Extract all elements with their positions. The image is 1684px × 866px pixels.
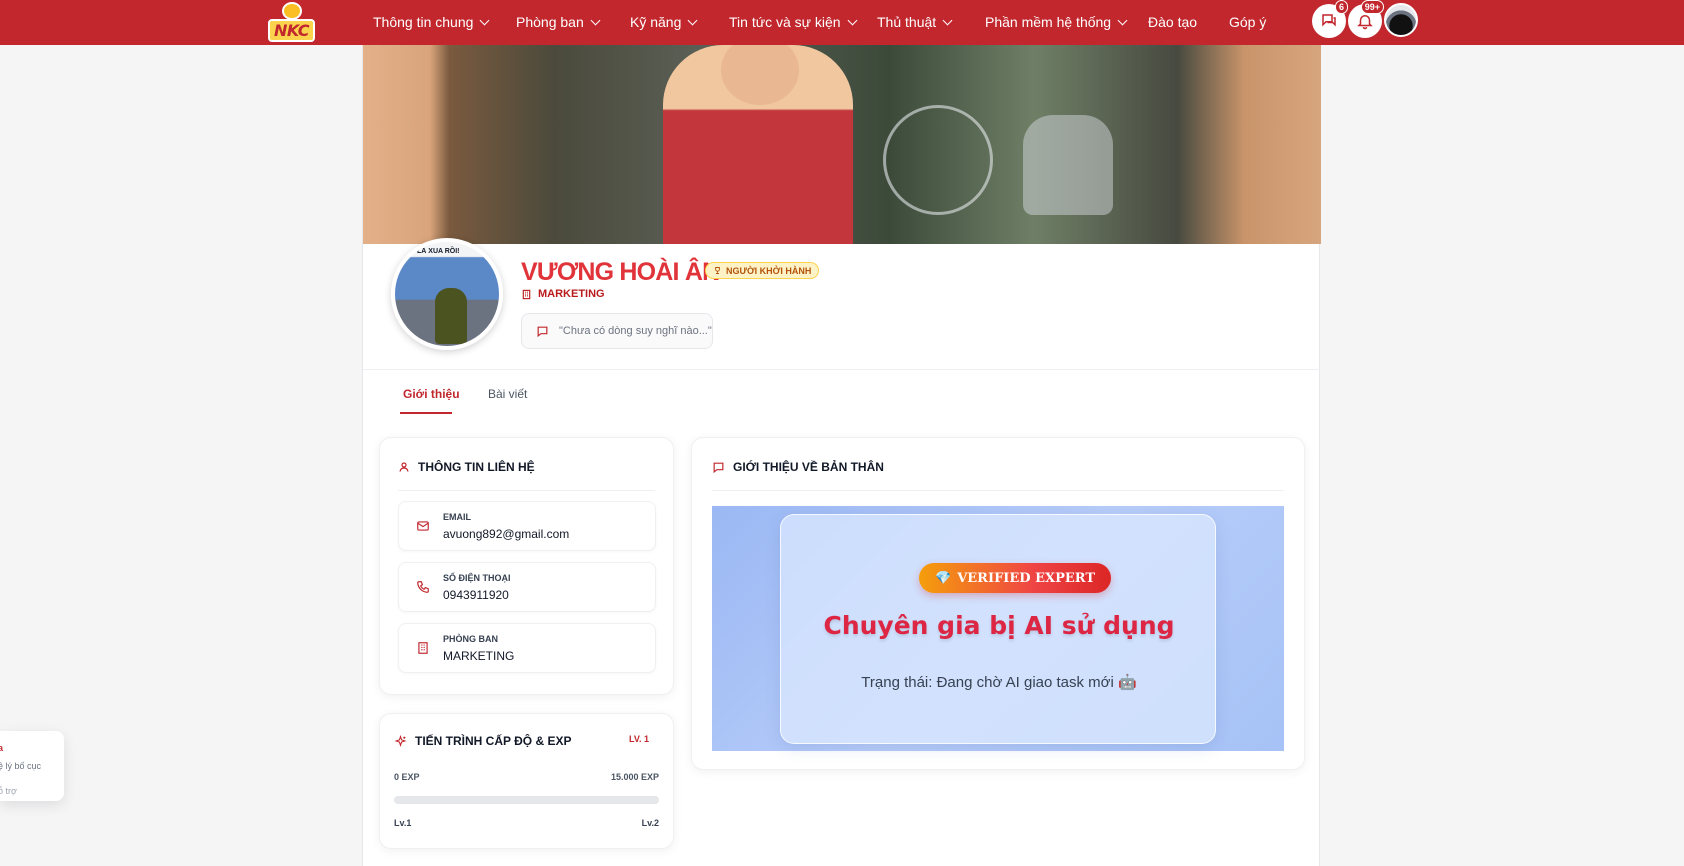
comment-icon xyxy=(713,462,724,473)
top-navbar: NKC Thông tin chung Phòng ban Kỹ năng Ti… xyxy=(0,0,1684,45)
about-glass-panel: 💎 VERIFIED EXPERT Chuyên gia bị AI sử dụ… xyxy=(780,514,1216,744)
department-label: MARKETING xyxy=(538,288,605,300)
profile-name: VƯƠNG HOÀI ÂN xyxy=(521,258,720,286)
progress-card-title: TIẾN TRÌNH CẤP ĐỘ & EXP xyxy=(394,734,571,748)
about-status: Trạng thái: Đang chờ AI giao task mới 🤖 xyxy=(861,674,1137,691)
divider xyxy=(712,490,1284,491)
about-title-text: GIỚI THIỆU VỀ BẢN THÂN xyxy=(733,460,884,474)
nkc-logo[interactable]: NKC xyxy=(264,1,322,42)
next-level-label: Lv.2 xyxy=(641,818,659,828)
nav-item-label: Phần mềm hệ thống xyxy=(985,14,1112,30)
user-avatar-button[interactable] xyxy=(1384,3,1418,37)
gem-icon: 💎 xyxy=(935,570,952,586)
nav-item-phong-ban[interactable]: Phòng ban xyxy=(516,12,601,32)
about-headline: Chuyên gia bị AI sử dụng xyxy=(823,611,1175,640)
info-value: 0943911920 xyxy=(443,588,509,602)
rank-badge-label: NGƯỜI KHỞI HÀNH xyxy=(726,265,812,276)
info-label: PHÒNG BAN xyxy=(443,634,499,644)
profile-avatar[interactable]: LÀ XUA RỒI! xyxy=(391,238,503,350)
cover-scooter xyxy=(1023,115,1113,215)
contact-card: THÔNG TIN LIÊN HỆ EMAIL avuong892@gmail.… xyxy=(379,437,674,695)
chat-icon xyxy=(1322,14,1336,27)
mascot-icon xyxy=(282,2,302,20)
about-card-title: GIỚI THIỆU VỀ BẢN THÂN xyxy=(712,460,884,474)
progress-title-text: TIẾN TRÌNH CẤP ĐỘ & EXP xyxy=(415,734,572,748)
mail-icon xyxy=(415,518,431,534)
info-value: MARKETING xyxy=(443,649,515,663)
user-icon xyxy=(399,462,409,472)
messages-badge: 6 xyxy=(1334,0,1348,14)
avatar-figure xyxy=(435,288,467,344)
info-value: avuong892@gmail.com xyxy=(443,527,570,541)
nav-item-label: Tin tức và sự kiện xyxy=(729,14,841,30)
divider xyxy=(398,490,655,491)
nav-item-tin-tuc[interactable]: Tin tức và sự kiện xyxy=(729,12,858,32)
thought-text: "Chưa có dòng suy nghĩ nào..." xyxy=(559,325,712,337)
info-label: EMAIL xyxy=(443,512,471,522)
phone-icon xyxy=(415,579,431,595)
nav-item-ky-nang[interactable]: Kỹ năng xyxy=(630,12,698,32)
nav-item-label: Thủ thuật xyxy=(877,14,937,30)
nav-item-phan-mem[interactable]: Phần mềm hệ thống xyxy=(985,12,1128,32)
tab-gioi-thieu[interactable]: Giới thiệu xyxy=(403,387,460,401)
contact-card-title: THÔNG TIN LIÊN HỆ xyxy=(398,460,535,474)
thought-box[interactable]: "Chưa có dòng suy nghĩ nào..." xyxy=(521,313,713,349)
avatar-caption: LÀ XUA RỒI! xyxy=(417,248,460,255)
active-tab-indicator xyxy=(400,412,452,414)
nav-item-dao-tao[interactable]: Đào tạo xyxy=(1148,12,1197,32)
notifications-button[interactable]: 99+ xyxy=(1348,0,1384,38)
exp-start-label: 0 EXP xyxy=(394,772,420,782)
contact-row-phone[interactable]: SỐ ĐIỆN THOẠI 0943911920 xyxy=(398,562,656,612)
chevron-down-icon xyxy=(847,15,858,25)
nav-item-label: Thông tin chung xyxy=(373,14,474,30)
current-level-label: Lv.1 xyxy=(394,818,412,828)
chevron-down-icon xyxy=(479,15,490,25)
building-icon xyxy=(415,640,431,656)
bell-icon xyxy=(1357,15,1373,30)
chevron-down-icon xyxy=(590,15,601,25)
rank-badge: NGƯỜI KHỞI HÀNH xyxy=(705,262,820,279)
contact-row-department[interactable]: PHÒNG BAN MARKETING xyxy=(398,623,656,673)
nav-item-label: Đào tạo xyxy=(1148,14,1198,30)
nav-item-label: Phòng ban xyxy=(516,14,584,30)
verified-badge-label: VERIFIED EXPERT xyxy=(957,570,1096,586)
nav-item-label: Góp ý xyxy=(1229,14,1267,30)
cover-bicycle xyxy=(883,105,993,215)
toast-line-2: ệ lý bố cục xyxy=(0,761,42,771)
cover-person xyxy=(663,45,853,244)
toast-line-3: ỗ trợ xyxy=(0,786,17,796)
chevron-down-icon xyxy=(942,15,953,25)
profile-tabs: Giới thiệu Bài viết xyxy=(363,371,1321,423)
trophy-icon xyxy=(715,267,720,274)
toast-line-1: a xyxy=(0,743,4,753)
chevron-down-icon xyxy=(687,15,698,25)
notification-toast[interactable]: a ệ lý bố cục ỗ trợ xyxy=(0,731,64,801)
profile-header: LÀ XUA RỒI! VƯƠNG HOÀI ÂN NGƯỜI KHỞI HÀN… xyxy=(363,238,1321,370)
notifications-badge: 99+ xyxy=(1360,0,1384,14)
logo-text: NKC xyxy=(268,19,316,42)
contact-title-text: THÔNG TIN LIÊN HỆ xyxy=(418,460,535,474)
info-label: SỐ ĐIỆN THOẠI xyxy=(443,573,511,583)
comment-icon xyxy=(537,326,548,337)
nav-item-thong-tin-chung[interactable]: Thông tin chung xyxy=(373,12,490,32)
sparkle-icon xyxy=(394,734,407,747)
chevron-down-icon xyxy=(1117,15,1128,25)
nav-item-thu-thuat[interactable]: Thủ thuật xyxy=(877,12,953,32)
messages-button[interactable]: 6 xyxy=(1312,0,1348,38)
nav-item-label: Kỹ năng xyxy=(630,14,682,30)
nav-item-gop-y[interactable]: Góp ý xyxy=(1229,12,1266,32)
verified-expert-badge: 💎 VERIFIED EXPERT xyxy=(919,563,1112,593)
building-icon xyxy=(522,289,531,299)
level-progress-card: TIẾN TRÌNH CẤP ĐỘ & EXP LV. 1 0 EXP 15.0… xyxy=(379,713,674,849)
tab-bai-viet[interactable]: Bài viết xyxy=(488,387,527,401)
profile-container: LÀ XUA RỒI! VƯƠNG HOÀI ÂN NGƯỜI KHỞI HÀN… xyxy=(362,45,1321,866)
level-tag: LV. 1 xyxy=(628,734,649,744)
exp-progress-bar xyxy=(394,796,659,804)
about-card: GIỚI THIỆU VỀ BẢN THÂN 💎 VERIFIED EXPERT… xyxy=(691,437,1305,770)
cover-photo xyxy=(363,45,1321,244)
profile-department: MARKETING xyxy=(521,288,605,300)
exp-end-label: 15.000 EXP xyxy=(610,772,659,782)
contact-row-email[interactable]: EMAIL avuong892@gmail.com xyxy=(398,501,656,551)
about-banner: 💎 VERIFIED EXPERT Chuyên gia bị AI sử dụ… xyxy=(712,506,1284,751)
